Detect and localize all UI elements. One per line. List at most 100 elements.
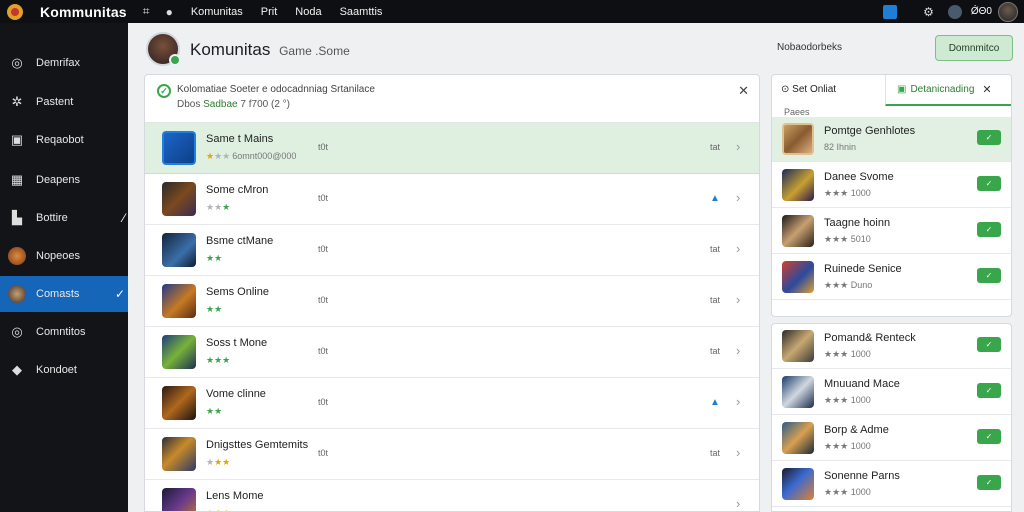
add-button[interactable]: ✓ [977, 176, 1001, 191]
game-title[interactable]: Soss t Mone [206, 337, 267, 349]
nav-link-2[interactable]: Prit [261, 6, 278, 18]
add-button[interactable]: ✓ [977, 222, 1001, 237]
add-button[interactable]: ✓ [977, 268, 1001, 283]
side-game-item[interactable]: Taagne hoinn ★★★ 5010 ✓ [772, 209, 1011, 254]
sidebar-item-5[interactable]: ▙ Bottire ⁄ [0, 200, 128, 236]
game-title[interactable]: Lens Mome [206, 490, 263, 502]
add-button[interactable]: ✓ [977, 383, 1001, 398]
brand-name[interactable]: Kommunitas [40, 4, 127, 20]
sidebar-item-9[interactable]: ◆ Kondoet [0, 352, 128, 388]
username[interactable]: ǾΘ0 [971, 6, 992, 17]
side-game-item[interactable]: Danee Svome ★★★ 1000 ✓ [772, 163, 1011, 208]
side-game-title[interactable]: Pomand& Renteck [824, 332, 916, 344]
chevron-right-icon[interactable]: › [736, 190, 740, 205]
game-thumbnail[interactable] [162, 437, 196, 471]
sidebar-item-7[interactable]: Comasts ✓ [0, 276, 128, 312]
header-note[interactable]: Nobaodorbeks [777, 42, 842, 53]
status-text: tat [710, 295, 721, 305]
game-title[interactable]: Sems Online [206, 286, 269, 298]
game-row[interactable]: Sems Online ★★ t0t tat › [145, 276, 759, 327]
friend-avatar[interactable] [947, 4, 962, 19]
game-rating: ★★★ [206, 355, 230, 366]
community-avatar[interactable] [146, 32, 181, 66]
game-row[interactable]: Bsme ctMane ★★ t0t tat › [145, 225, 759, 276]
star-icon: ★ [206, 355, 215, 365]
side-game-title[interactable]: Danee Svome [824, 171, 894, 183]
chevron-right-icon[interactable]: › [736, 139, 740, 154]
add-button[interactable]: ✓ [977, 130, 1001, 145]
side-game-meta: ★★★ Duno [824, 280, 873, 290]
game-thumbnail[interactable] [782, 215, 814, 247]
game-thumbnail[interactable] [782, 422, 814, 454]
side-game-title[interactable]: Mnuuand Mace [824, 378, 900, 390]
game-thumbnail[interactable] [162, 335, 196, 369]
side-game-meta: 82 Ihnin [824, 142, 857, 152]
star-icon: ★ [222, 355, 231, 365]
game-rating: ★★★ 6omnt000@000 [206, 151, 296, 162]
app-logo[interactable] [7, 3, 23, 20]
chevron-right-icon[interactable]: › [736, 445, 740, 460]
side-game-title[interactable]: Pomtge Genhlotes [824, 125, 915, 137]
side-game-item[interactable]: Borp & Adme ★★★ 1000 ✓ [772, 416, 1011, 461]
sidebar-item-1[interactable]: ◎ Demrifax [0, 45, 128, 81]
chevron-right-icon[interactable]: › [736, 496, 740, 511]
game-thumbnail[interactable] [162, 386, 196, 420]
game-thumbnail[interactable] [782, 261, 814, 293]
notifications-icon[interactable] [883, 4, 898, 19]
game-thumbnail[interactable] [782, 376, 814, 408]
close-icon[interactable]: ✕ [982, 83, 991, 96]
nav-link-1[interactable]: Komunitas [191, 6, 243, 18]
sidebar-item-8[interactable]: ◎ Comntitos [0, 314, 128, 350]
tab-online[interactable]: ⊙ Set Onliat [781, 84, 836, 95]
game-thumbnail[interactable] [782, 468, 814, 500]
chevron-right-icon[interactable]: › [736, 394, 740, 409]
game-thumbnail[interactable] [162, 233, 196, 267]
sidebar-item-4[interactable]: ▦ Deapens [0, 162, 128, 198]
side-game-item[interactable]: Mnuuand Mace ★★★ 1000 ✓ [772, 370, 1011, 415]
game-row[interactable]: Lens Mome★★★› [145, 480, 759, 511]
side-game-title[interactable]: Sonenne Parns [824, 470, 900, 482]
gear-icon[interactable]: ⚙ [923, 5, 934, 19]
game-title[interactable]: Dnigsttes Gemtemits [206, 439, 308, 451]
game-thumbnail[interactable] [782, 123, 814, 155]
game-thumbnail[interactable] [162, 488, 196, 511]
side-game-title[interactable]: Taagne hoinn [824, 217, 890, 229]
game-thumbnail[interactable] [162, 131, 196, 165]
sidebar-item-6[interactable]: Nopeoes [0, 238, 128, 274]
chevron-right-icon[interactable]: › [736, 292, 740, 307]
tab-downloading[interactable]: ▣ Detanicnading ✕ [885, 75, 1011, 106]
side-game-item[interactable]: Pomtge Genhlotes 82 Ihnin ✓ [772, 117, 1011, 162]
add-button[interactable]: ✓ [977, 429, 1001, 444]
sidebar-item-2[interactable]: ✲ Pastent [0, 84, 128, 120]
game-row[interactable]: Dnigsttes Gemtemits ★★★ t0t tat › [145, 429, 759, 480]
side-game-title[interactable]: Ruinede Senice [824, 263, 902, 275]
library-icon[interactable]: ⌗ [143, 4, 150, 19]
add-button[interactable]: ✓ [977, 475, 1001, 490]
side-game-item[interactable]: Pomand& Renteck ★★★ 1000 ✓ [772, 324, 1011, 369]
game-title[interactable]: Some cMron [206, 184, 268, 196]
nav-link-3[interactable]: Noda [295, 6, 321, 18]
game-row[interactable]: Same t Mains ★★★ 6omnt000@000 t0t tat › [145, 123, 759, 174]
game-row[interactable]: Vome clinne ★★ t0t ▲ › [145, 378, 759, 429]
game-row[interactable]: Soss t Mone ★★★ t0t tat › [145, 327, 759, 378]
side-game-title[interactable]: Borp & Adme [824, 424, 889, 436]
nav-link-4[interactable]: Saamttis [340, 6, 383, 18]
add-button[interactable]: ✓ [977, 337, 1001, 352]
game-row[interactable]: Some cMron ★★★ t0t ▲ › [145, 174, 759, 225]
game-thumbnail[interactable] [162, 182, 196, 216]
chevron-right-icon[interactable]: › [736, 241, 740, 256]
game-title[interactable]: Bsme ctMane [206, 235, 273, 247]
close-icon[interactable]: ✕ [738, 83, 749, 99]
side-game-item[interactable]: Ruinede Senice ★★★ Duno ✓ [772, 255, 1011, 300]
game-title[interactable]: Same t Mains [206, 133, 273, 145]
game-title[interactable]: Vome clinne [206, 388, 266, 400]
record-icon[interactable]: ● [166, 5, 173, 19]
game-thumbnail[interactable] [162, 284, 196, 318]
primary-button[interactable]: Domnmitco [935, 35, 1013, 61]
sidebar-item-3[interactable]: ▣ Reqaobot [0, 122, 128, 158]
profile-avatar[interactable] [998, 1, 1018, 22]
side-game-item[interactable]: Sonenne Parns ★★★ 1000 ✓ [772, 462, 1011, 507]
game-thumbnail[interactable] [782, 169, 814, 201]
chevron-right-icon[interactable]: › [736, 343, 740, 358]
game-thumbnail[interactable] [782, 330, 814, 362]
